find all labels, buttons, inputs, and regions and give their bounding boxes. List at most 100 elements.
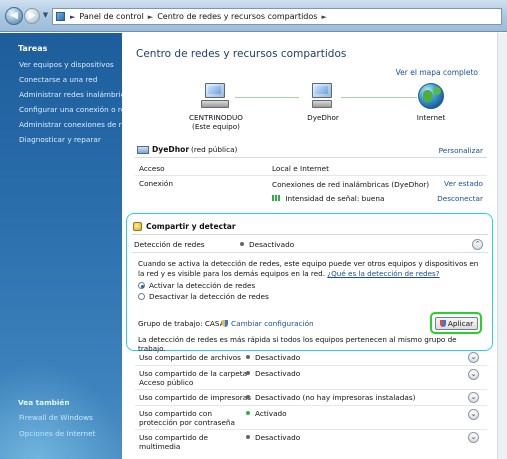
sharing-row-label: Uso compartido de archivos xyxy=(139,353,241,362)
expand-chevron-icon[interactable]: ⌄ xyxy=(468,409,479,420)
disconnect-link[interactable]: Desconectar xyxy=(437,194,483,203)
status-dot-icon xyxy=(240,242,244,246)
sharing-row-status: Desactivado xyxy=(255,353,301,362)
network-panel: DyeDhor (red pública) Personalizar Acces… xyxy=(135,143,487,209)
breadcrumb-network-center[interactable]: Centro de redes y recursos compartidos xyxy=(155,12,319,21)
map-node-internet[interactable]: Internet xyxy=(411,83,451,122)
sharing-row-status: Desactivado xyxy=(255,433,301,442)
discovery-status: Desactivado xyxy=(249,240,295,249)
sidebar-heading-see-also: Vea también xyxy=(18,398,70,407)
discovery-panel: Cuando se activa la detección de redes, … xyxy=(138,259,484,353)
scrollbar[interactable] xyxy=(497,33,507,459)
radio-activate[interactable] xyxy=(138,282,145,289)
computer-name: CENTRINODUO xyxy=(189,113,243,122)
change-config-link-wrap[interactable]: Cambiar configuración xyxy=(222,319,314,328)
apply-label: Aplicar xyxy=(447,319,474,328)
sidebar-heading-tasks: Tareas xyxy=(18,44,48,53)
window: ◀ ▶ ▼ ► Panel de control ► Centro de red… xyxy=(0,0,507,459)
connection-label: Conexión xyxy=(139,179,173,188)
address-bar: ◀ ▶ ▼ ► Panel de control ► Centro de red… xyxy=(0,0,507,32)
sidebar-item-wireless[interactable]: Administrar redes inalámbricas xyxy=(19,90,133,99)
access-label: Acceso xyxy=(139,164,165,173)
path-box[interactable]: ► Panel de control ► Centro de redes y r… xyxy=(52,8,502,25)
row-divider xyxy=(135,405,487,406)
option-activate[interactable]: Activar la detección de redes xyxy=(138,281,255,290)
workgroup-label: Grupo de trabajo: CASA xyxy=(138,319,225,328)
sidebar-item-firewall[interactable]: Firewall de Windows xyxy=(19,413,93,422)
share-section: Compartir y detectar Detección de redes … xyxy=(132,219,488,353)
row-divider xyxy=(135,365,487,366)
signal-row: Intensidad de señal: buena xyxy=(272,194,384,203)
network-type: (red pública) xyxy=(191,145,238,154)
main-content: Centro de redes y recursos compartidos V… xyxy=(123,33,507,459)
change-config-link: Cambiar configuración xyxy=(231,319,314,328)
sidebar-item-connect[interactable]: Conectarse a una red xyxy=(19,75,97,84)
option-activate-label: Activar la detección de redes xyxy=(149,281,256,290)
access-value: Local e Internet xyxy=(272,164,330,173)
breadcrumb-separator-icon: ► xyxy=(147,12,154,21)
expand-chevron-icon[interactable]: ⌄ xyxy=(468,352,479,363)
page-title: Centro de redes y recursos compartidos xyxy=(136,48,347,60)
status-dot-icon xyxy=(246,371,250,375)
back-button[interactable]: ◀ xyxy=(5,7,23,25)
history-dropdown-icon[interactable]: ▼ xyxy=(41,11,50,20)
sidebar: Tareas Ver equipos y dispositivos Conect… xyxy=(0,33,133,459)
sharing-row-status: Desactivado xyxy=(255,369,301,378)
sharing-row-status-wrap: Desactivado xyxy=(246,353,300,362)
internet-label: Internet xyxy=(416,113,446,122)
option-deactivate-label: Desactivar la detección de redes xyxy=(149,292,269,301)
apply-button[interactable]: Aplicar xyxy=(435,317,478,330)
sidebar-item-diagnose[interactable]: Diagnosticar y reparar xyxy=(19,135,101,144)
share-section-title: Compartir y detectar xyxy=(146,222,236,231)
discovery-description-wrap: Cuando se activa la detección de redes, … xyxy=(138,259,484,279)
share-section-icon xyxy=(133,222,142,231)
sharing-row-status-wrap: Desactivado xyxy=(246,369,300,378)
sharing-row-status: Desactivado (no hay impresoras instalada… xyxy=(255,393,416,402)
shield-icon xyxy=(222,320,228,327)
workgroup-tip: La detección de redes es más rápida si t… xyxy=(138,335,457,353)
status-dot-icon xyxy=(246,395,250,399)
sidebar-item-view-devices[interactable]: Ver equipos y dispositivos xyxy=(19,60,114,69)
collapse-chevron-icon[interactable]: ⌃ xyxy=(472,239,483,250)
radio-deactivate[interactable] xyxy=(138,293,145,300)
network-icon xyxy=(308,83,338,109)
discovery-help-link[interactable]: ¿Qué es la detección de redes? xyxy=(327,269,439,278)
view-status-link[interactable]: Ver estado xyxy=(444,179,483,188)
map-connector xyxy=(341,97,417,98)
row-divider xyxy=(135,389,487,390)
map-node-network[interactable]: DyeDhor xyxy=(303,83,343,122)
status-dot-icon xyxy=(246,435,250,439)
shield-icon xyxy=(439,320,446,327)
network-header-icon xyxy=(137,146,149,154)
sharing-row-status: Activado xyxy=(255,409,287,418)
customize-link[interactable]: Personalizar xyxy=(439,146,483,155)
expand-chevron-icon[interactable]: ⌄ xyxy=(468,432,479,443)
expand-chevron-icon[interactable]: ⌄ xyxy=(468,392,479,403)
sidebar-item-internet-options[interactable]: Opciones de Internet xyxy=(19,429,96,438)
share-section-header: Compartir y detectar xyxy=(132,219,488,235)
computer-icon xyxy=(201,83,231,109)
full-map-link[interactable]: Ver el mapa completo xyxy=(396,68,478,77)
breadcrumb-control-panel[interactable]: Panel de control xyxy=(77,12,145,21)
sharing-row-status-wrap: Desactivado xyxy=(246,433,300,442)
sidebar-item-manage-connections[interactable]: Administrar conexiones de red xyxy=(19,120,131,129)
sharing-row-status-wrap: Desactivado (no hay impresoras instalada… xyxy=(246,393,415,402)
connection-value: Conexiones de red inalámbricas (DyeDhor) xyxy=(272,180,430,189)
globe-icon xyxy=(418,83,444,109)
option-deactivate[interactable]: Desactivar la detección de redes xyxy=(138,292,269,301)
network-node-name: DyeDhor xyxy=(307,113,339,122)
sharing-row-label: Uso compartido de multimedia xyxy=(139,433,209,451)
share-highlight-box: Compartir y detectar Detección de redes … xyxy=(126,213,493,353)
forward-button[interactable]: ▶ xyxy=(24,8,40,24)
computer-sub: (Este equipo) xyxy=(192,122,240,131)
expand-chevron-icon[interactable]: ⌄ xyxy=(468,369,479,380)
sidebar-item-setup-connection[interactable]: Configurar una conexión o red xyxy=(19,105,130,114)
signal-bars-icon xyxy=(272,195,280,201)
discovery-row[interactable]: Detección de redes Desactivado ⌃ xyxy=(132,237,488,253)
discovery-status-wrap: Desactivado xyxy=(240,240,294,249)
sharing-row-label: Uso compartido de impresoras xyxy=(139,393,251,402)
row-divider xyxy=(135,429,487,430)
row-divider xyxy=(135,175,487,176)
map-node-computer[interactable]: CENTRINODUO (Este equipo) xyxy=(185,83,247,131)
breadcrumb-separator-icon: ► xyxy=(70,12,76,21)
